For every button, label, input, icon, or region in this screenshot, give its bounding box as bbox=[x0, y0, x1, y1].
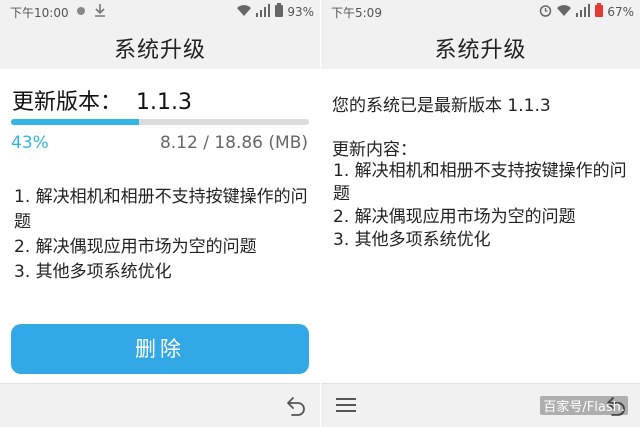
version-row: 更新版本： 1.1.3 bbox=[12, 84, 192, 116]
changelog-item: 3. 其他多项系统优化 bbox=[14, 262, 172, 282]
right-phone-screen: 下午5:09 67% 系统升级 您的系统已是最新版本 1.1.3 更新内容： 1… bbox=[321, 0, 640, 427]
left-phone-screen: 下午10:00 93% 系统升级 更新版本： 1.1.3 43% 8.12 / … bbox=[0, 0, 320, 427]
cell-signal-icon bbox=[576, 3, 591, 20]
back-icon[interactable] bbox=[284, 393, 308, 417]
title-bar: 系统升级 bbox=[0, 22, 320, 69]
update-info-panel: 您的系统已是最新版本 1.1.3 更新内容： 1. 解决相机和相册不支持按键操作… bbox=[321, 69, 640, 384]
download-icon bbox=[94, 4, 106, 20]
menu-icon[interactable] bbox=[335, 395, 357, 415]
progress-fill bbox=[11, 119, 140, 125]
version-label: 更新版本： bbox=[12, 90, 123, 115]
page-title: 系统升级 bbox=[113, 38, 206, 63]
latest-version-text: 您的系统已是最新版本 1.1.3 bbox=[332, 96, 551, 116]
status-bar: 下午10:00 93% bbox=[0, 0, 320, 22]
status-bar: 下午5:09 67% bbox=[321, 0, 640, 22]
watermark: 百家号/Flash. bbox=[540, 396, 628, 415]
changelog-list: 1. 解决相机和相册不支持按键操作的问题 2. 解决偶现应用市场为空的问题 3.… bbox=[14, 185, 310, 285]
title-bar: 系统升级 bbox=[321, 22, 640, 69]
status-time: 下午5:09 bbox=[331, 6, 382, 20]
changes-heading: 更新内容： bbox=[332, 140, 417, 160]
version-value: 1.1.3 bbox=[136, 90, 192, 115]
status-time: 下午10:00 bbox=[10, 6, 69, 20]
wifi-icon bbox=[236, 4, 252, 20]
battery-percent: 67% bbox=[607, 4, 634, 19]
notification-dot-icon bbox=[76, 5, 86, 19]
download-progress-bar bbox=[11, 119, 309, 125]
battery-icon bbox=[595, 3, 604, 20]
changelog-item: 2. 解决偶现应用市场为空的问题 bbox=[333, 207, 576, 227]
navigation-bar bbox=[0, 383, 320, 427]
changelog-item: 2. 解决偶现应用市场为空的问题 bbox=[14, 237, 257, 257]
wifi-icon bbox=[556, 4, 572, 20]
cell-signal-icon bbox=[256, 3, 271, 20]
update-panel: 更新版本： 1.1.3 43% 8.12 / 18.86 (MB) 1. 解决相机… bbox=[0, 69, 320, 384]
changelog-list: 1. 解决相机和相册不支持按键操作的问题 2. 解决偶现应用市场为空的问题 3.… bbox=[333, 160, 629, 252]
changelog-item: 3. 其他多项系统优化 bbox=[333, 230, 491, 250]
delete-button[interactable]: 删除 bbox=[11, 324, 309, 374]
battery-icon bbox=[275, 3, 284, 20]
changelog-item: 1. 解决相机和相册不支持按键操作的问题 bbox=[333, 161, 627, 204]
page-title: 系统升级 bbox=[434, 38, 527, 63]
alarm-icon bbox=[539, 4, 552, 20]
download-size: 8.12 / 18.86 (MB) bbox=[159, 133, 308, 153]
changelog-item: 1. 解决相机和相册不支持按键操作的问题 bbox=[14, 187, 308, 232]
battery-percent: 93% bbox=[287, 4, 314, 19]
progress-percent: 43% bbox=[11, 133, 49, 153]
